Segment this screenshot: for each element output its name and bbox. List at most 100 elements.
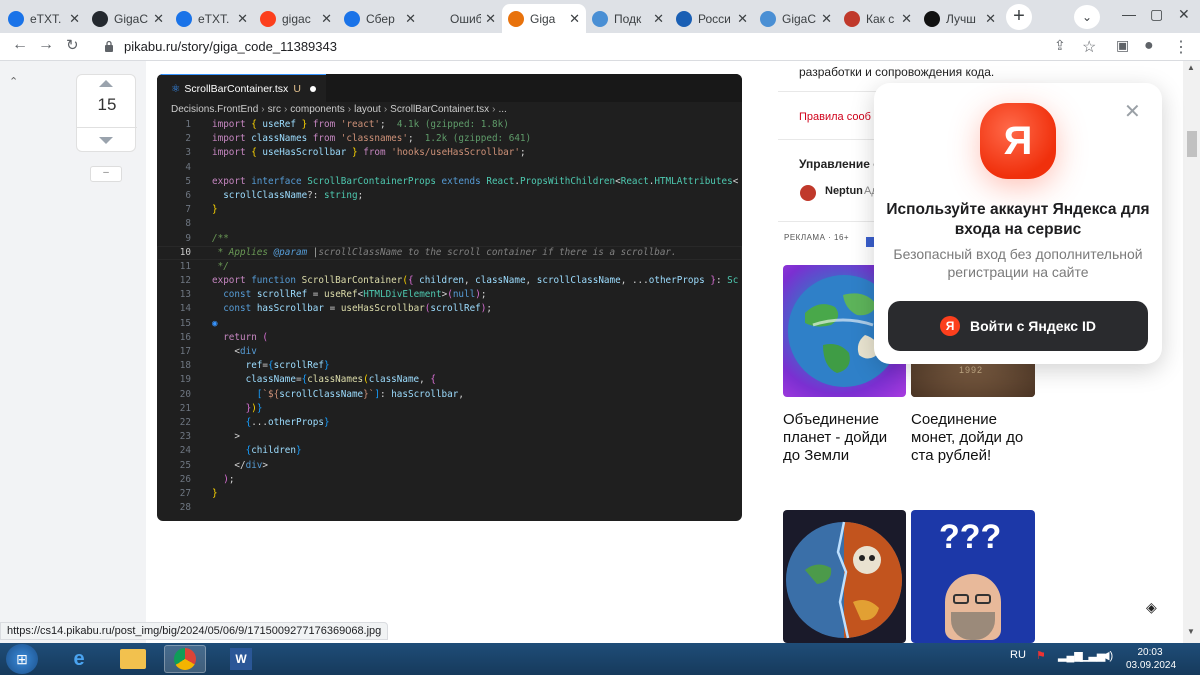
flag-icon[interactable]: ⚑	[1036, 649, 1046, 662]
browser-tab[interactable]: Как с ✕	[838, 4, 918, 33]
language-indicator[interactable]: RU	[1010, 649, 1026, 661]
editor-tab-name: ScrollBarContainer.tsx	[184, 82, 289, 95]
collapse-up-icon[interactable]: ⌃	[9, 75, 18, 88]
divider	[778, 139, 878, 140]
community-rules-link[interactable]: Правила сооб	[799, 111, 871, 123]
close-tab-icon[interactable]: ✕	[985, 11, 996, 27]
collapse-button[interactable]: –	[90, 166, 122, 182]
close-tab-icon[interactable]: ✕	[569, 11, 580, 27]
back-icon[interactable]: ←	[12, 36, 28, 54]
burning-planet-image	[786, 521, 902, 639]
close-tab-icon[interactable]: ✕	[69, 11, 80, 27]
file-explorer-icon[interactable]	[112, 645, 154, 673]
scroll-down-arrow-icon[interactable]: ▼	[1187, 627, 1195, 636]
unsaved-dot-icon	[309, 85, 316, 92]
side-panel-icon[interactable]: ▣	[1116, 37, 1129, 54]
address-bar[interactable]: pikabu.ru/story/giga_code_11389343	[124, 39, 337, 54]
question-marks-icon: ???	[939, 518, 1002, 556]
close-tab-icon[interactable]: ✕	[485, 11, 496, 27]
browser-tab-title: gigac	[282, 11, 311, 26]
browser-tab[interactable]: Giga ✕	[502, 4, 586, 33]
forward-icon[interactable]: →	[38, 36, 54, 54]
browser-tab[interactable]: Лучш ✕	[918, 4, 1002, 33]
upvote-icon[interactable]	[99, 80, 113, 87]
browser-tab[interactable]: Ошибка п✕	[422, 4, 502, 33]
browser-tab[interactable]: Подк ✕	[586, 4, 670, 33]
breadcrumb-item: Decisions.FrontEnd	[171, 104, 259, 115]
browser-tab-title: GigaC	[114, 11, 149, 26]
scrollbar-thumb[interactable]	[1187, 131, 1197, 157]
close-tab-icon[interactable]: ✕	[153, 11, 164, 27]
code-line-current: 10 * Applies @param |scrollClassName to …	[157, 246, 742, 260]
new-tab-button[interactable]: +	[1006, 4, 1032, 30]
browser-tab[interactable]: Росси ✕	[670, 4, 754, 33]
lock-icon[interactable]	[104, 40, 114, 52]
code-line: 8	[185, 218, 191, 230]
close-tab-icon[interactable]: ✕	[737, 11, 748, 27]
profile-icon[interactable]: ●	[1144, 37, 1154, 55]
network-icon[interactable]: ▂▄▆	[1058, 649, 1083, 662]
login-button-label: Войти с Яндекс ID	[970, 318, 1096, 334]
downvote-button[interactable]	[77, 127, 137, 153]
divider	[778, 221, 878, 222]
browser-tab-title: Giga	[530, 11, 556, 26]
ad-card-planet-war[interactable]	[783, 510, 906, 643]
system-clock[interactable]: 20:03 03.09.2024	[1126, 646, 1177, 672]
browser-tab-title: Ошибка п	[450, 11, 482, 26]
bookmark-star-icon[interactable]: ☆	[1082, 37, 1096, 57]
etxt-icon	[8, 10, 24, 27]
close-tab-icon[interactable]: ✕	[237, 11, 248, 27]
browser-tab[interactable]: Сбер ✕	[338, 4, 422, 33]
chrome-icon[interactable]	[164, 645, 206, 673]
paint-bucket-icon[interactable]: ◈	[1146, 599, 1157, 616]
scroll-up-arrow-icon[interactable]: ▲	[1187, 63, 1195, 72]
code-line: 4	[185, 161, 191, 173]
moderator-name[interactable]: Neptun	[825, 185, 863, 197]
breadcrumb-separator-icon: ›	[283, 104, 288, 115]
close-tab-icon[interactable]: ✕	[653, 11, 664, 27]
sidebar-top-text: разработки и сопровождения кода.	[799, 65, 995, 79]
code-line: 14 const hasScrollbar = useHasScrollbar(…	[179, 303, 492, 315]
tab-search-icon[interactable]: ⌄	[1074, 5, 1100, 29]
close-tab-icon[interactable]: ✕	[821, 11, 832, 27]
close-window-icon[interactable]: ✕	[1178, 6, 1190, 23]
yandex-login-popup: Я ✕ Используйте аккаунт Яндекса для вход…	[874, 83, 1162, 364]
code-line: 13 const scrollRef = useRef<HTMLDivEleme…	[179, 289, 487, 301]
minimize-icon[interactable]: —	[1122, 6, 1136, 22]
browser-tab[interactable]: GigaC ✕	[86, 4, 170, 33]
word-icon[interactable]: W	[220, 645, 262, 673]
clock-date: 03.09.2024	[1126, 660, 1177, 671]
user-avatar[interactable]	[800, 185, 816, 201]
puzzle-icon	[592, 10, 608, 27]
close-tab-icon[interactable]: ✕	[405, 11, 416, 27]
browser-tab[interactable]: gigac ✕	[254, 4, 338, 33]
coin-year: 1992	[959, 365, 984, 375]
share-icon[interactable]: ⇪	[1054, 37, 1066, 54]
yandex-id-login-button[interactable]: Я Войти с Яндекс ID	[888, 301, 1148, 351]
breadcrumb-separator-icon: ›	[347, 104, 352, 115]
maximize-icon[interactable]: ▢	[1150, 6, 1163, 23]
browser-toolbar: ← → ↻ pikabu.ru/story/giga_code_11389343…	[0, 33, 1200, 61]
page-icon	[428, 11, 444, 27]
browser-tab-title: Как с	[866, 11, 895, 26]
popup-subtitle: Безопасный вход без дополнительной регис…	[893, 246, 1143, 280]
close-icon[interactable]: ✕	[1124, 99, 1141, 124]
browser-tab[interactable]: eTXT. ✕	[2, 4, 86, 33]
internet-explorer-icon[interactable]: e	[58, 645, 100, 673]
browser-tab-title: GigaC	[782, 11, 817, 26]
ad-caption-coins[interactable]: Соединение монет, дойди до ста рублей!	[911, 411, 1029, 465]
breadcrumb-item: ...	[498, 104, 507, 115]
start-button[interactable]: ⊞	[6, 644, 38, 674]
browser-tab[interactable]: GigaC ✕	[754, 4, 838, 33]
close-tab-icon[interactable]: ✕	[901, 11, 912, 27]
ad-card-quiz[interactable]: ???	[911, 510, 1035, 643]
ad-caption-planets[interactable]: Объединение планет - дойди до Земли	[783, 411, 901, 465]
menu-dots-icon[interactable]: ⋮	[1173, 37, 1189, 57]
reload-icon[interactable]: ↻	[66, 36, 79, 54]
code-line: 21 })}	[179, 402, 263, 414]
code-screenshot[interactable]: ⚛ ScrollBarContainer.tsx U Decisions.Fro…	[157, 74, 742, 521]
close-tab-icon[interactable]: ✕	[321, 11, 332, 27]
browser-tab[interactable]: eTXT. ✕	[170, 4, 254, 33]
status-link-url: https://cs14.pikabu.ru/post_img/big/2024…	[0, 622, 389, 640]
volume-icon[interactable]: ◀)	[1101, 649, 1113, 662]
